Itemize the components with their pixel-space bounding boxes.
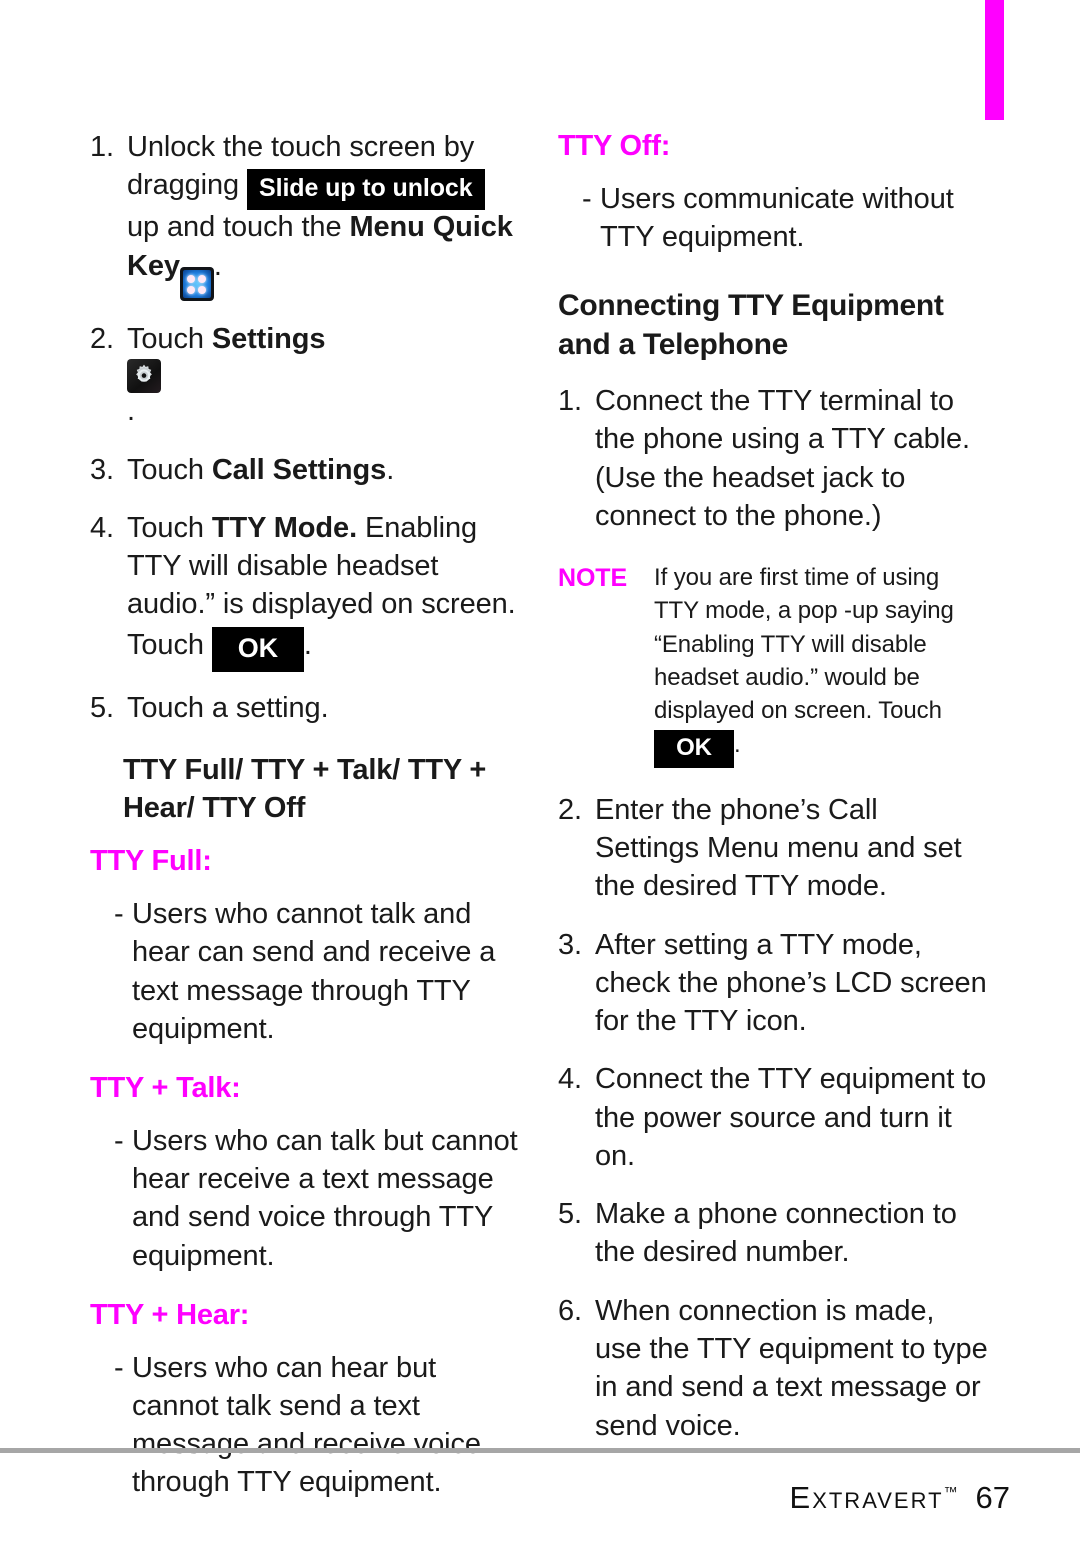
footer-divider: [0, 1448, 1080, 1453]
bullet-dash: -: [114, 1351, 124, 1384]
heading-tty-off: TTY Off:: [558, 130, 671, 162]
step3-part-a: Touch: [127, 453, 212, 486]
page-number: 67: [975, 1480, 1010, 1515]
bullet-dash: -: [114, 898, 124, 931]
ok-badge[interactable]: OK: [654, 729, 734, 768]
list-item-step-5: 5. Touch a setting.: [90, 689, 520, 727]
step-text: Touch Settings .: [127, 320, 520, 431]
step4-part-c: .: [303, 628, 312, 661]
bullet-tty-hear: - Users who can hear but cannot talk sen…: [114, 1349, 520, 1502]
note-part-b: .: [734, 730, 741, 758]
step-text: Make a phone connection to the desired n…: [595, 1198, 957, 1269]
left-column: 1. Unlock the touch screen by dragging S…: [90, 128, 520, 1524]
step-number: 3.: [90, 453, 114, 486]
slide-up-to-unlock-badge[interactable]: Slide up to unlock: [247, 169, 485, 211]
list-item-connect-step-5: 5. Make a phone connection to the desire…: [558, 1195, 988, 1272]
step-number: 1.: [90, 131, 114, 163]
tty-mode-label: TTY Mode.: [211, 511, 358, 544]
step1-part-c: .: [213, 249, 222, 282]
step-number: 3.: [558, 928, 582, 961]
step3-part-b: .: [386, 453, 395, 486]
call-settings-label: Call Settings: [211, 453, 387, 486]
heading-tty-full: TTY Full:: [90, 845, 212, 878]
step-number: 2.: [558, 793, 582, 826]
bullet-tty-off: - Users communicate without TTY equipmen…: [582, 180, 988, 257]
section-heading-connecting-tty: Connecting TTY Equipment and a Telephone: [558, 289, 944, 362]
step-text: Unlock the touch screen by dragging Slid…: [127, 128, 520, 302]
bullet-text: Users communicate without TTY equipment.: [600, 182, 954, 253]
settings-gear-icon[interactable]: [127, 359, 161, 394]
step-number: 4.: [90, 511, 114, 544]
step-text: Touch Call Settings.: [127, 451, 520, 489]
step-text: Connect the TTY terminal to the phone us…: [595, 385, 971, 533]
bullet-dash: -: [114, 1124, 124, 1157]
step-text: Touch TTY Mode. Enabling TTY will disabl…: [127, 509, 520, 672]
list-item-connect-step-3: 3. After setting a TTY mode, check the p…: [558, 926, 988, 1041]
bullet-tty-full: - Users who cannot talk and hear can sen…: [114, 895, 520, 1048]
heading-tty-hear: TTY + Hear:: [90, 1298, 250, 1331]
list-item-connect-step-4: 4. Connect the TTY equipment to the powe…: [558, 1060, 988, 1175]
list-item-step-1: 1. Unlock the touch screen by dragging S…: [90, 128, 520, 302]
step-text: When connection is made, use the TTY equ…: [595, 1294, 988, 1442]
step-number: 6.: [558, 1294, 582, 1327]
bullet-text: Users who cannot talk and hear can send …: [132, 898, 496, 1045]
list-item-connect-step-6: 6. When connection is made, use the TTY …: [558, 1292, 988, 1445]
trademark-symbol: ™: [943, 1483, 958, 1500]
step-number: 5.: [90, 691, 114, 724]
right-column: TTY Off: - Users communicate without TTY…: [558, 128, 988, 1465]
step-text: Connect the TTY equipment to the power s…: [595, 1063, 987, 1172]
step-number: 5.: [558, 1198, 582, 1231]
list-item-step-3: 3. Touch Call Settings.: [90, 451, 520, 489]
step-number: 2.: [90, 323, 114, 356]
step-number: 1.: [558, 385, 582, 418]
step1-part-b: up and touch the: [127, 211, 350, 244]
bullet-tty-talk: - Users who can talk but cannot hear rec…: [114, 1122, 520, 1275]
heading-tty-talk: TTY + Talk:: [90, 1072, 241, 1105]
note-label: NOTE: [558, 564, 628, 593]
step2-part-a: Touch: [127, 323, 212, 356]
step-text: Touch a setting.: [127, 691, 329, 724]
list-item-step-2: 2. Touch Settings .: [90, 320, 520, 431]
tty-modes-heading: TTY Full/ TTY + Talk/ TTY + Hear/ TTY Of…: [123, 753, 487, 825]
settings-label: Settings: [211, 323, 326, 356]
brand-name: Extravert: [789, 1480, 944, 1515]
menu-quick-key-icon[interactable]: [179, 267, 214, 302]
note-block: NOTE If you are first time of using TTY …: [558, 561, 988, 768]
page-body: 1. Unlock the touch screen by dragging S…: [0, 0, 1080, 1498]
step4-part-a: Touch: [127, 511, 212, 544]
list-item-step-4: 4. Touch TTY Mode. Enabling TTY will dis…: [90, 509, 520, 672]
footer: Extravert™ 67: [0, 1480, 1010, 1516]
bullet-text: Users who can hear but cannot talk send …: [132, 1351, 481, 1499]
bullet-text: Users who can talk but cannot hear recei…: [132, 1124, 518, 1272]
step2-part-b: .: [127, 395, 135, 428]
note-body: If you are first time of using TTY mode,…: [654, 561, 988, 768]
step-text: Enter the phone’s Call Settings Menu men…: [595, 793, 962, 903]
ok-badge[interactable]: OK: [211, 626, 304, 672]
bullet-dash: -: [582, 182, 592, 215]
step-text: After setting a TTY mode, check the phon…: [595, 928, 987, 1038]
list-item-connect-step-2: 2. Enter the phone’s Call Settings Menu …: [558, 791, 988, 906]
note-part-a: If you are first time of using TTY mode,…: [654, 564, 954, 724]
step-number: 4.: [558, 1063, 582, 1096]
list-item-connect-step-1: 1. Connect the TTY terminal to the phone…: [558, 382, 988, 535]
